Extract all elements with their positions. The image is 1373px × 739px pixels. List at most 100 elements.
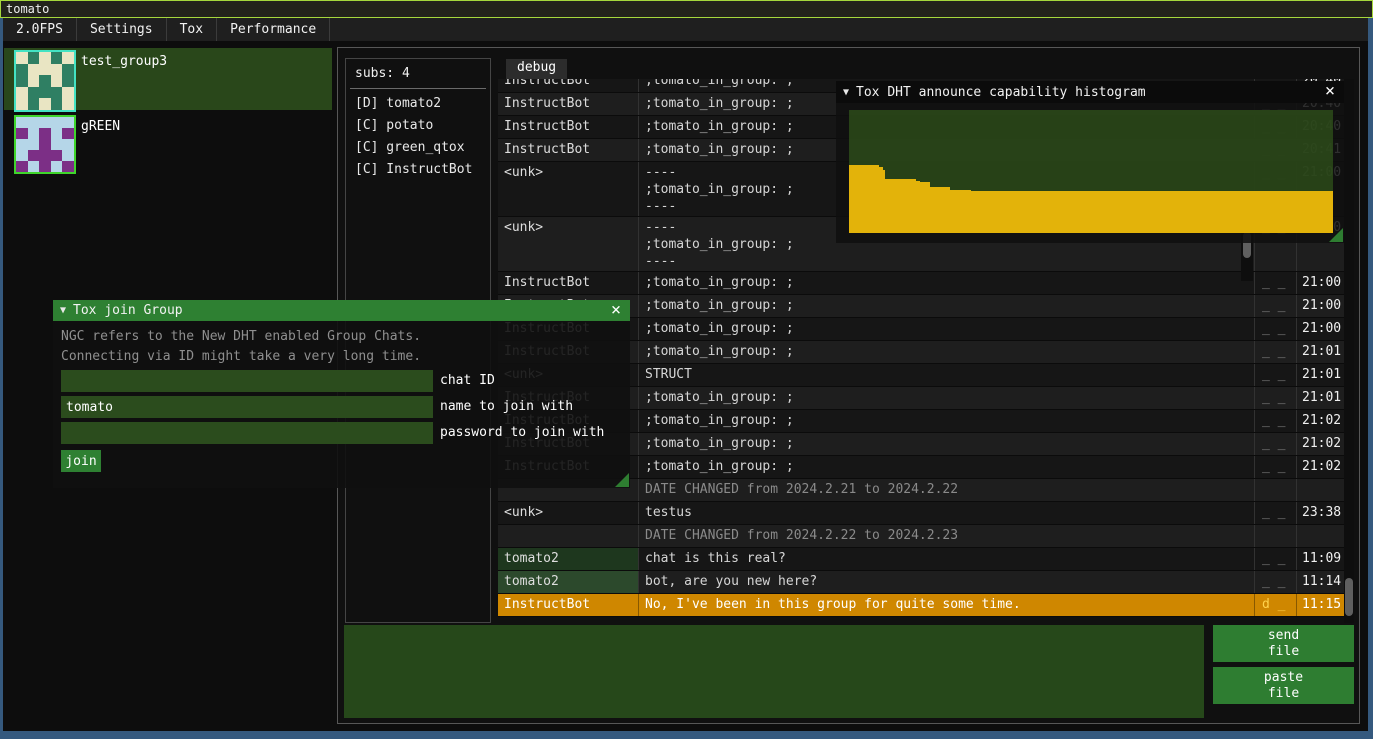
chat-delivery-indicator: _ _ [1254,433,1296,455]
tab-debug[interactable]: debug [506,59,567,81]
avatar-pixel [62,161,74,172]
avatar-pixel [28,128,40,139]
avatar-pixel [16,139,28,150]
chat-timestamp [1296,525,1344,547]
join-button[interactable]: join [61,450,101,472]
dht-histogram-body [836,103,1344,243]
chat-message: ;tomato_in_group: ; [638,456,1254,478]
histogram-bin [885,179,915,233]
chat-row[interactable]: <unk>testus_ _23:38 [498,502,1344,525]
chat-message: chat is this real? [638,548,1254,570]
close-icon[interactable]: × [606,300,626,320]
sidebar-item-group-gREEN[interactable]: gREEN [4,113,332,171]
avatar-pixel [28,161,40,172]
chat-timestamp: 21:00 [1296,295,1344,317]
chat-row[interactable]: DATE CHANGED from 2024.2.22 to 2024.2.23 [498,525,1344,548]
dht-histogram-titlebar[interactable]: ▼ Tox DHT announce capability histogram … [836,81,1344,103]
avatar-pixel [16,64,28,76]
chat-message: ;tomato_in_group: ; [638,410,1254,432]
member-item-instructbot[interactable]: [C] InstructBot [346,159,490,181]
avatar-pixel [62,64,74,76]
avatar-pixel [39,64,51,76]
chat-scrollbar[interactable] [1344,79,1354,623]
avatar-pixel [28,150,40,161]
dht-histogram-title: Tox DHT announce capability histogram [856,85,1146,100]
chat-sender: tomato2 [498,571,638,593]
chat-delivery-indicator: _ _ [1254,502,1296,524]
member-item-green_qtox[interactable]: [C] green_qtox [346,137,490,159]
join-group-description-line2: Connecting via ID might take a very long… [61,349,421,364]
resize-grip-icon[interactable] [1329,228,1343,242]
join-password-input[interactable] [61,422,433,444]
app-root: { "window": { "title": "tomato" }, "menu… [0,0,1373,739]
avatar-pixel [39,150,51,161]
avatar-pixel [51,98,63,110]
os-titlebar[interactable]: tomato [0,0,1373,18]
chat-sender [498,525,638,547]
avatar-pixel [16,150,28,161]
chat-timestamp: 21:01 [1296,387,1344,409]
paste-file-button[interactable]: paste file [1213,667,1354,704]
chat-timestamp: 23:38 [1296,502,1344,524]
sidebar-item-group-test_group3[interactable]: test_group3 [4,48,332,110]
chat-message: No, I've been in this group for quite so… [638,594,1254,616]
chat-row[interactable]: tomato2bot, are you new here?_ _11:14 [498,571,1344,594]
chat-message: ;tomato_in_group: ; [638,295,1254,317]
close-icon[interactable]: × [1320,81,1340,101]
menu-item-settings[interactable]: Settings [77,18,166,41]
group-avatar [14,115,76,174]
chat-scrollbar-thumb[interactable] [1345,578,1353,616]
chat-sender: InstructBot [498,79,638,92]
chat-delivery-indicator [1254,479,1296,501]
avatar-pixel [28,117,40,128]
resize-grip-icon[interactable] [615,473,629,487]
member-item-potato[interactable]: [C] potato [346,115,490,137]
chat-delivery-indicator: _ _ [1254,295,1296,317]
chat-delivery-indicator: _ _ [1254,548,1296,570]
collapse-arrow-icon[interactable]: ▼ [53,305,73,316]
avatar-pixel [51,52,63,64]
message-input[interactable] [344,625,1204,718]
avatar-pixel [39,98,51,110]
join-password-label: password to join with [440,422,604,444]
histogram-bin [971,191,1333,233]
join-name-input[interactable] [61,396,433,418]
histogram-bin [920,182,930,233]
avatar-pixel [62,139,74,150]
avatar-pixel [51,161,63,172]
menu-separator [329,18,330,41]
avatar-pixel [16,52,28,64]
chat-message: ;tomato_in_group: ; [638,387,1254,409]
chat-sender: tomato2 [498,548,638,570]
chat-row[interactable]: tomato2chat is this real?_ _11:09 [498,548,1344,571]
chat-delivery-indicator: _ _ [1254,387,1296,409]
member-item-tomato2[interactable]: [D] tomato2 [346,93,490,115]
chat-sender: <unk> [498,502,638,524]
chat-sender: InstructBot [498,594,638,616]
avatar-pixel [28,64,40,76]
window-title: tomato [1,2,49,16]
menu-item-performance[interactable]: Performance [217,18,329,41]
chat-delivery-indicator: _ _ [1254,456,1296,478]
avatar-pixel [51,117,63,128]
send-file-button[interactable]: send file [1213,625,1354,662]
chat-delivery-indicator: _ _ [1254,318,1296,340]
chat-row[interactable]: InstructBotNo, I've been in this group f… [498,594,1344,617]
menu-item-tox[interactable]: Tox [167,18,216,41]
avatar-pixel [51,87,63,99]
chat-row[interactable]: InstructBot;tomato_in_group: ;_ _21:00 [498,272,1344,295]
chat-message: ;tomato_in_group: ; [638,272,1254,294]
chat-sender: InstructBot [498,116,638,138]
chat-delivery-indicator: _ _ [1254,364,1296,386]
paste-file-button-label-line2: file [1268,686,1299,702]
avatar-pixel [39,128,51,139]
histogram-bin [849,165,879,233]
chat-delivery-indicator: _ _ [1254,571,1296,593]
chat-id-input[interactable] [61,370,433,392]
chat-message: ;tomato_in_group: ; [638,433,1254,455]
join-group-titlebar[interactable]: ▼ Tox join Group × [53,300,630,321]
app-client-area: 2.0FPSSettingsToxPerformance test_group3… [3,18,1368,731]
join-group-body: NGC refers to the New DHT enabled Group … [53,321,630,488]
collapse-arrow-icon[interactable]: ▼ [836,87,856,98]
avatar-pixel [62,98,74,110]
